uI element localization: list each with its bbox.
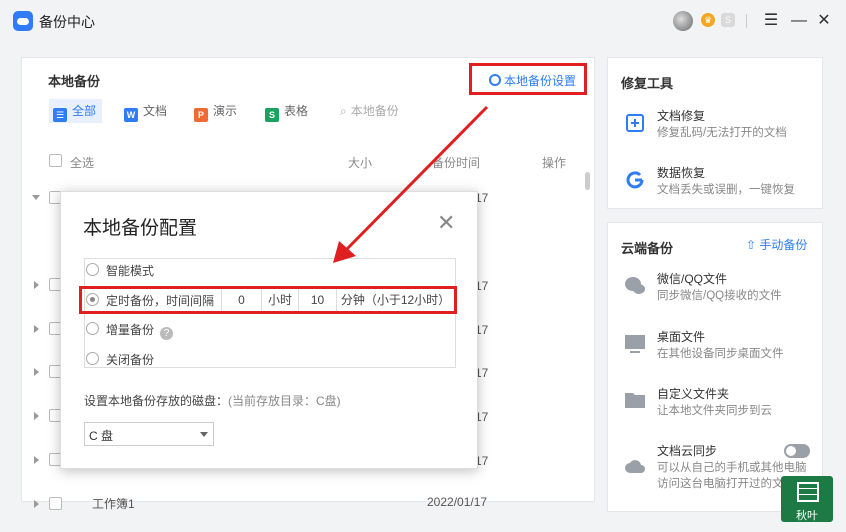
search-icon: ⌕: [340, 104, 347, 118]
smart-mode-radio[interactable]: [86, 263, 99, 276]
excel-icon: S: [265, 108, 279, 122]
dialog-close-icon[interactable]: ✕: [437, 212, 455, 234]
doc-cloud-sync-desc-2: 访问这台电脑打开过的文: [657, 478, 784, 490]
document-repair-desc: 修复乱码/无法打开的文档: [657, 127, 787, 139]
search-placeholder: 本地备份: [350, 104, 399, 118]
hours-input[interactable]: 0: [221, 289, 261, 311]
close-button[interactable]: ✕: [813, 10, 835, 32]
off-label: 关闭备份: [106, 353, 155, 367]
row-name: 工作簿1: [92, 497, 135, 511]
filter-all[interactable]: ☰ 全部: [49, 99, 103, 123]
disk-select[interactable]: C 盘: [84, 422, 214, 446]
expand-icon[interactable]: [34, 412, 39, 420]
wechat-qq-desc: 同步微信/QQ接收的文件: [657, 290, 782, 302]
menu-button[interactable]: ☰: [760, 10, 782, 32]
app-title: 备份中心: [39, 14, 95, 30]
expand-icon[interactable]: [34, 500, 39, 508]
chevron-down-icon: [200, 432, 208, 437]
off-radio[interactable]: [86, 352, 99, 365]
document-repair-title[interactable]: 文档修复: [657, 107, 705, 124]
search-local-backup[interactable]: ⌕ 本地备份: [336, 99, 405, 123]
cloud-sync-icon: [624, 456, 646, 478]
timed-backup-label: 定时备份，时间间隔: [106, 294, 215, 308]
desktop-files-title[interactable]: 桌面文件: [657, 328, 705, 345]
custom-folder-desc: 让本地文件夹同步到云: [657, 405, 772, 417]
minutes-unit: 分钟（小于12小时）: [336, 289, 454, 311]
gear-icon: [489, 74, 501, 86]
doc-cloud-sync-toggle[interactable]: [784, 444, 810, 458]
data-recovery-icon: [624, 169, 646, 191]
wechat-qq-title[interactable]: 微信/QQ文件: [657, 270, 727, 287]
hours-unit: 小时: [261, 289, 298, 311]
scrollbar[interactable]: [585, 172, 590, 190]
dialog-title: 本地备份配置: [83, 218, 198, 239]
ppt-icon: P: [194, 108, 208, 122]
upload-icon: ⇧: [746, 238, 757, 252]
action-header: 操作: [542, 156, 567, 170]
smart-mode-label: 智能模式: [106, 264, 155, 278]
cloud-backup-title: 云端备份: [621, 241, 674, 256]
select-all-label: 全选: [70, 156, 95, 170]
folder-icon: [624, 389, 646, 411]
manual-backup-label: 手动备份: [759, 238, 808, 252]
excel-grid-icon: [797, 482, 819, 502]
badge-label: 秋叶: [796, 510, 818, 522]
wechat-qq-icon: [624, 275, 646, 297]
filter-docs[interactable]: W 文档: [120, 99, 173, 123]
avatar[interactable]: [673, 11, 693, 31]
incremental-label: 增量备份?: [106, 321, 174, 340]
expand-icon[interactable]: [34, 368, 39, 376]
expand-icon[interactable]: [34, 456, 39, 464]
help-icon[interactable]: ?: [160, 327, 174, 340]
collapse-icon[interactable]: [32, 195, 40, 200]
expand-icon[interactable]: [34, 281, 39, 289]
filter-label: 演示: [213, 104, 238, 118]
settings-link-label: 本地备份设置: [504, 74, 577, 88]
desktop-icon: [624, 333, 646, 355]
document-repair-icon: [624, 112, 646, 134]
list-icon: ☰: [53, 108, 67, 122]
repair-tools-panel: 修复工具 文档修复 修复乱码/无法打开的文档 数据恢复 文档丢失或误删，一键恢复: [607, 57, 823, 209]
row-date: 2022/01/17: [427, 495, 488, 509]
minimize-button[interactable]: —: [788, 10, 810, 32]
filter-label: 表格: [284, 104, 309, 118]
local-backup-settings-link[interactable]: 本地备份设置: [469, 63, 587, 95]
filter-label: 全部: [72, 104, 97, 118]
row-checkbox[interactable]: [49, 497, 62, 510]
filter-label: 文档: [143, 104, 168, 118]
repair-tools-title: 修复工具: [621, 76, 674, 91]
custom-folder-title[interactable]: 自定义文件夹: [657, 385, 729, 402]
select-all-checkbox[interactable]: [49, 154, 62, 167]
s-badge-icon[interactable]: S: [721, 13, 735, 27]
divider: [746, 14, 747, 28]
crown-icon[interactable]: ♛: [701, 13, 715, 27]
app-logo-icon: [13, 11, 33, 31]
minutes-input[interactable]: 10: [298, 289, 336, 311]
backup-time-header[interactable]: 备份时间: [432, 154, 480, 171]
backup-config-dialog: 本地备份配置 ✕ 智能模式 定时备份，时间间隔 0 小时 10 分钟（小于12小…: [60, 191, 478, 469]
filter-slides[interactable]: P 演示: [190, 99, 243, 123]
disk-select-value: C 盘: [89, 429, 114, 443]
disk-label: 设置本地备份存放的磁盘：(当前存放目录：C盘): [84, 394, 341, 408]
data-recovery-desc: 文档丢失或误删，一键恢复: [657, 184, 795, 196]
excel-app-badge[interactable]: 秋叶: [781, 476, 833, 522]
manual-backup-link[interactable]: ⇧ 手动备份: [746, 236, 807, 253]
size-header[interactable]: 大小: [348, 154, 372, 171]
doc-cloud-sync-title[interactable]: 文档云同步: [657, 442, 717, 459]
current-disk: (当前存放目录：C盘): [228, 394, 341, 408]
timed-backup-row: 定时备份，时间间隔 0 小时 10 分钟（小于12小时）: [79, 286, 457, 314]
incremental-radio[interactable]: [86, 322, 99, 335]
cloud-backup-panel: 云端备份 ⇧ 手动备份 微信/QQ文件 同步微信/QQ接收的文件 桌面文件 在其…: [607, 222, 823, 512]
data-recovery-title[interactable]: 数据恢复: [657, 164, 705, 181]
filter-sheets[interactable]: S 表格: [261, 99, 314, 123]
desktop-files-desc: 在其他设备同步桌面文件: [657, 348, 784, 360]
timed-backup-radio[interactable]: [86, 293, 99, 306]
doc-cloud-sync-desc: 可以从自己的手机或其他电脑: [657, 462, 807, 474]
title-bar: 备份中心 ♛ S ☰ — ✕: [0, 0, 846, 44]
expand-icon[interactable]: [34, 325, 39, 333]
word-icon: W: [124, 108, 138, 122]
local-backup-title: 本地备份: [48, 74, 101, 89]
